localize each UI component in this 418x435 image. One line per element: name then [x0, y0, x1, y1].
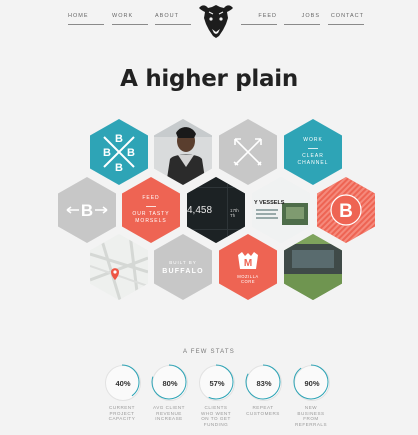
tile-category: FEED — [142, 195, 160, 201]
hex-map[interactable] — [90, 234, 148, 300]
map-image — [90, 234, 148, 300]
hex-news-article[interactable]: Y VESSELS — [252, 177, 310, 243]
hex-striped-b[interactable]: B — [317, 177, 375, 243]
crossed-arrows-b-icon: B B B B — [103, 133, 135, 174]
tile-category: WORK — [303, 137, 323, 143]
hex-work-clear-channel[interactable]: WORK CLEAR CHANNEL — [284, 119, 342, 185]
stat-label: CURRENT PROJECT CAPACITY — [108, 405, 136, 421]
svg-text:M: M — [244, 258, 252, 269]
man-portrait-image — [154, 119, 212, 185]
stat-label: REPEAT CUSTOMERS — [246, 405, 280, 416]
divider — [146, 206, 156, 207]
stat-label: NEW BUSINESS FROM REFERRALS — [294, 405, 328, 427]
stat-progress-ring — [293, 364, 329, 400]
news-headline: Y VESSELS — [254, 200, 285, 206]
hex-brand-mark[interactable]: B B B B — [90, 119, 148, 185]
striped-b-icon: B — [317, 177, 375, 243]
stat-progress-arc — [104, 364, 140, 400]
stat-progress-ring — [245, 364, 281, 400]
divider — [308, 148, 318, 149]
svg-text:B: B — [115, 133, 123, 145]
news-page-image — [252, 177, 310, 243]
dashboard-number: 4,458 — [187, 205, 213, 216]
crossed-arrows-icon — [233, 138, 262, 166]
svg-text:B: B — [81, 201, 93, 220]
building-photo-image — [284, 234, 342, 300]
hex-feed-tasty-morsels[interactable]: FEED OUR TASTY MORSELS — [122, 177, 180, 243]
tile-subtitle: CORE — [240, 278, 256, 284]
tile-title: CLEAR CHANNEL — [297, 153, 329, 166]
hex-dashboard-stat[interactable]: 4,458 17th Th — [187, 177, 245, 243]
tile-overline: BUILT BY — [169, 259, 197, 265]
stat-label: AVG CLIENT REVENUE INCREASE — [153, 405, 185, 421]
stat-progress-ring — [198, 364, 234, 400]
stat-progress-arc — [293, 364, 329, 400]
stat-label: CLIENTS WHO WENT ON TO GET FUNDING — [200, 405, 232, 427]
stats-section-title: A FEW STATS — [183, 349, 235, 355]
hex-building-photo[interactable] — [284, 234, 342, 300]
tile-title: OUR TASTY MORSELS — [132, 211, 170, 224]
hex-built-by-buffalo[interactable]: BUILT BY BUFFALO — [154, 234, 212, 300]
svg-text:B: B — [103, 147, 111, 159]
svg-text:B: B — [339, 201, 353, 222]
svg-text:B: B — [127, 147, 135, 159]
tile-title: BUFFALO — [162, 267, 204, 275]
hex-photo-man[interactable] — [154, 119, 212, 185]
stat-progress-arc — [245, 364, 281, 400]
b-arrow-logo-icon: B — [66, 201, 108, 220]
stat-progress-arc — [198, 364, 234, 400]
stat-progress-ring — [104, 364, 140, 400]
hex-b-logo[interactable]: B — [58, 177, 116, 243]
dashboard-tag: 17th Th — [230, 208, 239, 218]
hex-mozilla-core[interactable]: M MOZILLA CORE — [219, 234, 277, 300]
hex-crossed-arrows[interactable] — [219, 119, 277, 185]
stat-progress-ring — [151, 364, 187, 400]
stat-progress-arc — [151, 364, 187, 400]
svg-text:B: B — [115, 162, 123, 174]
monster-m-icon: M — [238, 251, 258, 269]
